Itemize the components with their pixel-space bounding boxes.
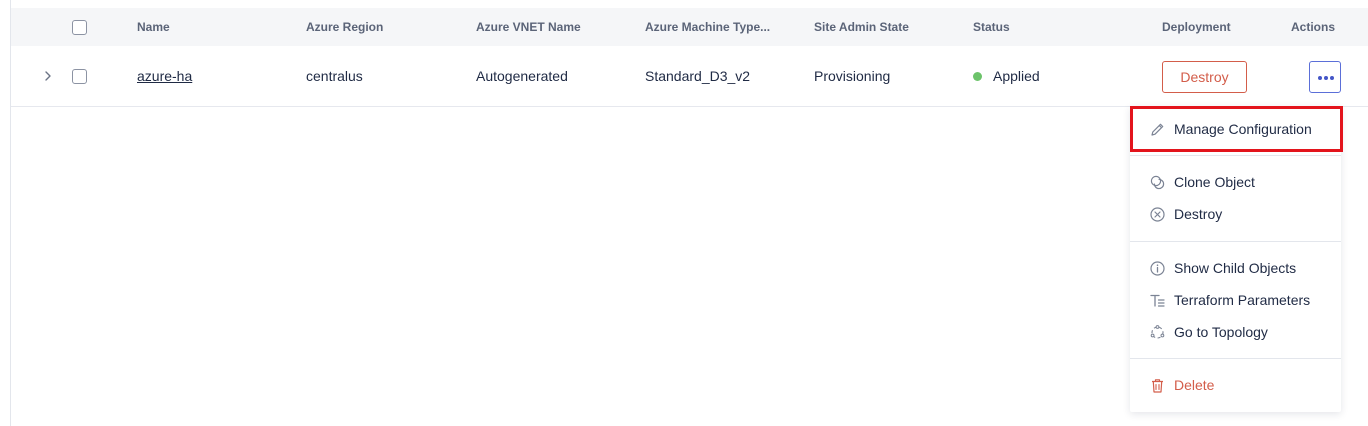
clone-icon [1150,175,1165,190]
dot-icon [1318,76,1322,80]
menu-divider [1130,241,1341,242]
topology-icon [1150,325,1165,339]
menu-item-go-to-topology[interactable]: Go to Topology [1130,318,1341,346]
cell-region: centralus [306,68,363,84]
column-header-deployment: Deployment [1162,20,1231,34]
destroy-button[interactable]: Destroy [1162,61,1247,93]
pencil-icon [1151,123,1164,136]
menu-divider [1130,155,1341,156]
menu-item-label: Show Child Objects [1174,260,1297,276]
column-header-region[interactable]: Azure Region [306,8,383,46]
menu-item-label: Clone Object [1174,174,1255,190]
menu-item-label: Manage Configuration [1174,121,1312,137]
circle-x-icon [1150,207,1165,222]
cell-machine-type: Standard_D3_v2 [645,68,751,84]
chevron-right-icon[interactable] [43,68,53,84]
object-name-link[interactable]: azure-ha [137,68,192,84]
column-header-admin-state[interactable]: Site Admin State [814,8,909,46]
column-header-name[interactable]: Name [137,8,170,46]
menu-item-label: Terraform Parameters [1174,292,1311,308]
cell-vnet: Autogenerated [476,68,568,84]
cell-name: azure-ha [137,46,192,107]
menu-divider [1130,358,1341,359]
trash-icon [1152,379,1163,393]
menu-item-terraform-parameters[interactable]: Terraform Parameters [1130,286,1341,314]
status-dot-icon [973,72,982,81]
menu-item-delete[interactable]: Delete [1130,371,1341,399]
status-label: Applied [993,68,1040,84]
terraform-params-icon [1150,294,1165,307]
table-row: azure-ha centralus Autogenerated Standar… [11,46,1368,107]
column-header-machine-type[interactable]: Azure Machine Type... [645,8,770,46]
menu-item-show-child-objects[interactable]: Show Child Objects [1130,254,1341,282]
column-header-vnet[interactable]: Azure VNET Name [476,8,581,46]
actions-menu: Manage Configuration Clone Object Destro… [1130,106,1341,412]
cell-status: Applied [973,46,1040,107]
cell-admin-state: Provisioning [814,68,891,84]
menu-item-label: Destroy [1174,206,1223,222]
table-header: Name Azure Region Azure VNET Name Azure … [11,8,1368,46]
menu-item-manage-configuration[interactable]: Manage Configuration [1130,115,1341,143]
dot-icon [1324,76,1328,80]
menu-item-destroy[interactable]: Destroy [1130,200,1341,228]
row-checkbox[interactable] [72,69,87,84]
menu-item-label: Delete [1174,377,1215,393]
dot-icon [1330,76,1334,80]
select-all-checkbox[interactable] [72,20,87,35]
more-actions-button[interactable] [1309,61,1341,93]
menu-item-clone-object[interactable]: Clone Object [1130,168,1341,196]
info-icon [1150,261,1165,276]
column-header-actions: Actions [1291,20,1336,34]
column-header-status[interactable]: Status [973,8,1010,46]
menu-item-label: Go to Topology [1174,324,1268,340]
